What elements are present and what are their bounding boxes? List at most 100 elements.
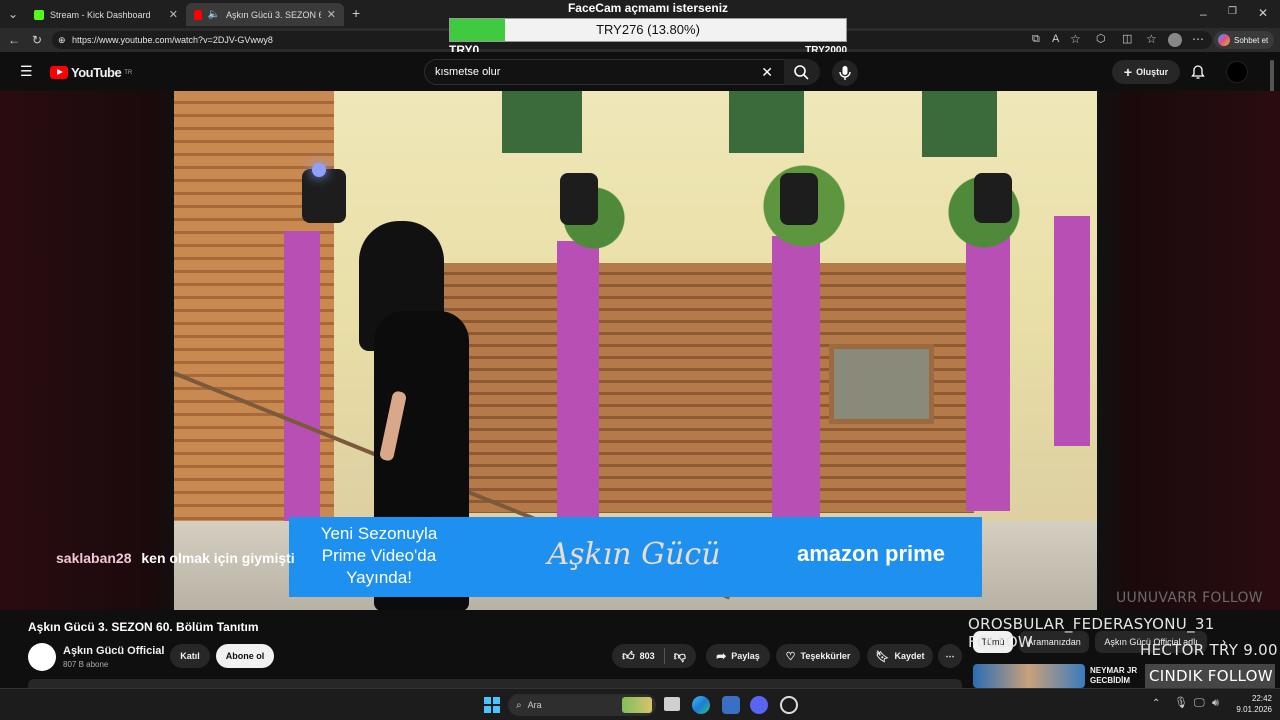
windows-start-icon[interactable]	[484, 697, 500, 713]
edge-icon[interactable]	[692, 696, 710, 714]
follow-alert: CINDIK FOLLOW	[1149, 667, 1273, 685]
scene-pink-pillar	[557, 241, 599, 541]
rec-line: GECBİDİM	[1090, 676, 1130, 685]
show-logo: Aşkın Gücü	[547, 537, 721, 572]
goal-progress-text: TRY276 (13.80%)	[596, 22, 700, 37]
youtube-header: ☰ YouTube TR kısmetse olur ✕ + Oluştur	[0, 52, 1280, 180]
search-input[interactable]: kısmetse olur ✕	[424, 59, 786, 85]
scene-window	[502, 91, 582, 153]
recommendation-title[interactable]: NEYMAR JR GECBİDİM	[1090, 666, 1137, 686]
copilot-icon	[1218, 34, 1230, 46]
voice-search-button[interactable]	[832, 60, 858, 86]
video-player[interactable]: Yeni Sezonuyla Prime Video'da Yayında! A…	[0, 91, 1280, 610]
channel-avatar[interactable]	[28, 643, 56, 671]
follow-alert: HECTOR TRY 9.00	[1140, 641, 1278, 659]
speaker-icon[interactable]: 🔈	[208, 9, 220, 20]
scene-mirror	[829, 344, 934, 424]
scene-window	[729, 91, 804, 153]
search-button[interactable]	[784, 59, 820, 85]
taskbar-search[interactable]: ⌕ Ara	[508, 694, 656, 716]
tray-overflow-icon[interactable]: ⌃	[1152, 699, 1160, 709]
create-button[interactable]: + Oluştur	[1112, 60, 1180, 84]
back-icon[interactable]: ←	[8, 34, 20, 46]
notifications-bell-icon[interactable]	[1190, 64, 1206, 80]
split-screen-icon[interactable]: ◫	[1122, 34, 1132, 45]
read-aloud-icon[interactable]: A	[1052, 34, 1059, 45]
like-count[interactable]: 803	[640, 651, 655, 661]
hamburger-menu-icon[interactable]: ☰	[20, 64, 33, 78]
tab-kick-dashboard[interactable]: Stream - Kick Dashboard ✕	[26, 3, 186, 26]
more-actions-button[interactable]: ⋯	[938, 644, 962, 668]
profile-avatar[interactable]	[1168, 33, 1182, 47]
more-icon: ⋯	[945, 650, 955, 661]
banner-left-text: Yeni Sezonuyla Prime Video'da Yayında!	[309, 523, 449, 589]
channel-name[interactable]: Aşkın Gücü Official	[63, 645, 164, 657]
thanks-button[interactable]: ♡ Teşekkürler	[776, 644, 860, 668]
banner-line: Yayında!	[346, 568, 412, 587]
youtube-play-icon	[50, 66, 68, 79]
new-tab-icon[interactable]: +	[352, 6, 360, 20]
recommendation-thumbnail[interactable]	[973, 664, 1085, 688]
scene-spotlight	[974, 173, 1012, 223]
reload-icon[interactable]: ↻	[32, 34, 42, 46]
obs-icon[interactable]	[780, 696, 798, 714]
windows-taskbar: ⌕ Ara ⌃ 🎙︎ 🖵︎ 🔊︎ 22:42 9.01.2026	[0, 688, 1280, 720]
description-box[interactable]	[28, 679, 962, 688]
account-avatar[interactable]	[1226, 61, 1248, 83]
subscribe-button[interactable]: Abone ol	[216, 644, 274, 668]
copilot-button[interactable]: Sohbet et	[1214, 31, 1274, 49]
scene-light-glow	[312, 163, 326, 177]
dislike-icon[interactable]: 👎︎	[674, 649, 686, 664]
share-icon: ➦	[716, 649, 727, 663]
more-menu-icon[interactable]: ⋯	[1192, 33, 1204, 45]
microphone-tray-icon[interactable]: 🎙︎	[1174, 698, 1188, 709]
extensions-icon[interactable]: ⬡	[1096, 34, 1106, 45]
share-button[interactable]: ➦ Paylaş	[706, 644, 770, 668]
save-button[interactable]: 🔖︎ Kaydet	[867, 644, 933, 668]
chat-username: saklaban28	[56, 550, 132, 566]
join-button[interactable]: Katıl	[170, 644, 210, 668]
minimize-icon[interactable]: –	[1200, 8, 1207, 20]
translate-icon[interactable]: ⧉	[1032, 34, 1040, 45]
search-value: kısmetse olur	[435, 66, 501, 78]
promo-banner: Yeni Sezonuyla Prime Video'da Yayında! A…	[289, 517, 982, 597]
restore-icon[interactable]: ❐	[1228, 7, 1237, 17]
goal-title: FaceCam açmamı isterseniz	[567, 1, 729, 15]
clock[interactable]: 22:42 9.01.2026	[1228, 693, 1272, 715]
favorites-bar-icon[interactable]: ☆	[1146, 33, 1157, 45]
tab-list-chevron-icon[interactable]: ⌄	[8, 8, 18, 20]
clear-search-icon[interactable]: ✕	[761, 60, 773, 84]
bookmark-icon: 🔖︎	[875, 650, 890, 663]
close-window-icon[interactable]: ✕	[1258, 7, 1268, 19]
taskbar-search-placeholder: Ara	[527, 700, 542, 710]
youtube-logo[interactable]: YouTube TR	[50, 65, 132, 80]
video-frame[interactable]: Yeni Sezonuyla Prime Video'da Yayında! A…	[174, 91, 1097, 610]
network-icon[interactable]: 🖵︎	[1194, 698, 1205, 709]
thanks-heart-icon: ♡	[785, 650, 796, 663]
plus-icon: +	[1123, 64, 1133, 80]
discord-icon[interactable]	[750, 696, 768, 714]
share-label: Paylaş	[731, 651, 760, 661]
chat-message: ken olmak için giymişti	[141, 550, 295, 566]
close-tab-icon[interactable]: ✕	[327, 8, 336, 21]
tab-youtube-video[interactable]: 🔈 Aşkın Gücü 3. SEZON 60. Bölü ✕	[186, 3, 344, 26]
clock-time: 22:42	[1251, 694, 1272, 703]
tab-label: Aşkın Gücü 3. SEZON 60. Bölü	[226, 9, 321, 20]
site-info-icon[interactable]: ⊕	[58, 31, 66, 49]
search-icon: ⌕	[516, 699, 522, 711]
app-icon[interactable]	[722, 696, 740, 714]
favorite-icon[interactable]: ☆	[1070, 33, 1081, 45]
rec-line: NEYMAR JR	[1090, 666, 1138, 675]
close-tab-icon[interactable]: ✕	[169, 8, 178, 21]
banner-line: Yeni Sezonuyla	[320, 524, 438, 543]
banner-line: Prime Video'da	[321, 546, 437, 565]
like-icon[interactable]: 👍︎	[622, 649, 635, 664]
search-icon	[794, 65, 809, 80]
task-view-icon[interactable]	[664, 697, 680, 711]
scene-pink-pillar	[966, 231, 1010, 511]
amazon-prime-logo: amazon prime	[797, 541, 945, 566]
search-highlight-icon	[622, 697, 652, 713]
copilot-label: Sohbet et	[1234, 35, 1269, 45]
volume-icon[interactable]: 🔊︎	[1212, 698, 1219, 709]
subscriber-count: 807 B abone	[63, 660, 109, 669]
